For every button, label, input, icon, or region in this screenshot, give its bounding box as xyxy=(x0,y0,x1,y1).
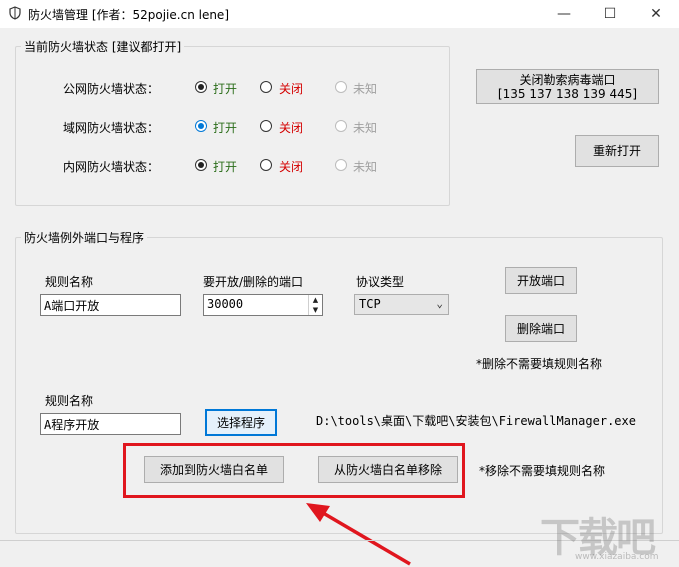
port-stepper[interactable]: ▲ ▼ xyxy=(308,295,322,315)
public-closed-label: 关闭 xyxy=(279,82,304,96)
private-unknown-radio xyxy=(335,159,347,171)
close-ransom-ports-label: 关闭勒索病毒端口 [135 137 138 139 445] xyxy=(497,72,638,101)
private-firewall-label: 内网防火墙状态： xyxy=(63,160,160,174)
stepper-up-icon[interactable]: ▲ xyxy=(309,295,322,305)
port-label: 要开放/删除的端口 xyxy=(203,275,304,289)
reopen-button[interactable]: 重新打开 xyxy=(575,135,659,167)
program-rule-name-input[interactable]: A程序开放 xyxy=(40,413,181,435)
program-path: D:\tools\桌面\下载吧\安装包\FirewallManager.exe xyxy=(316,414,636,428)
private-open-radio[interactable] xyxy=(195,159,207,171)
public-open-label: 打开 xyxy=(213,82,238,96)
arrow-annotation-icon xyxy=(306,503,411,566)
domain-firewall-label: 域网防火墙状态： xyxy=(63,121,160,135)
rule-name-input[interactable]: A端口开放 xyxy=(40,294,181,316)
shield-icon xyxy=(9,6,21,20)
stepper-down-icon[interactable]: ▼ xyxy=(309,305,322,315)
public-open-radio[interactable] xyxy=(195,81,207,93)
protocol-label: 协议类型 xyxy=(356,275,405,289)
public-unknown-radio xyxy=(335,81,347,93)
public-firewall-label: 公网防火墙状态： xyxy=(63,82,160,96)
domain-open-label: 打开 xyxy=(213,121,238,135)
private-unknown-label: 未知 xyxy=(353,160,378,174)
public-unknown-label: 未知 xyxy=(353,82,378,96)
watermark-url: www.xiazaiba.com xyxy=(575,552,659,562)
firewall-status-group-label: 当前防火墙状态 [建议都打开] xyxy=(21,38,185,55)
protocol-select[interactable]: TCP ⌄ xyxy=(354,294,449,315)
minimize-button[interactable]: — xyxy=(541,0,587,28)
public-closed-radio[interactable] xyxy=(260,81,272,93)
exception-group-label: 防火墙例外端口与程序 xyxy=(21,229,148,246)
domain-closed-label: 关闭 xyxy=(279,121,304,135)
domain-unknown-radio xyxy=(335,120,347,132)
domain-open-radio[interactable] xyxy=(195,120,207,132)
program-rule-name-label: 规则名称 xyxy=(45,394,94,408)
window-title: 防火墙管理 [作者：52pojie.cn lene] xyxy=(28,8,229,22)
delete-port-button[interactable]: 删除端口 xyxy=(505,315,577,342)
domain-closed-radio[interactable] xyxy=(260,120,272,132)
rule-name-label: 规则名称 xyxy=(45,275,94,289)
open-port-button[interactable]: 开放端口 xyxy=(505,267,577,294)
chevron-down-icon: ⌄ xyxy=(436,297,443,310)
close-window-button[interactable]: ✕ xyxy=(633,0,679,28)
domain-unknown-label: 未知 xyxy=(353,121,378,135)
highlight-box xyxy=(123,443,465,498)
private-closed-radio[interactable] xyxy=(260,159,272,171)
close-ransom-ports-button[interactable]: 关闭勒索病毒端口 [135 137 138 139 445] xyxy=(476,69,659,104)
maximize-button[interactable]: ☐ xyxy=(587,0,633,28)
port-input[interactable]: 30000 xyxy=(203,294,323,316)
title-bar: 防火墙管理 [作者：52pojie.cn lene] — ☐ ✕ xyxy=(0,0,679,28)
choose-program-button[interactable]: 选择程序 xyxy=(205,409,277,436)
private-open-label: 打开 xyxy=(213,160,238,174)
delete-note: *删除不需要填规则名称 xyxy=(476,357,603,371)
protocol-select-value: TCP xyxy=(359,297,381,311)
private-closed-label: 关闭 xyxy=(279,160,304,174)
remove-note: *移除不需要填规则名称 xyxy=(479,464,606,478)
